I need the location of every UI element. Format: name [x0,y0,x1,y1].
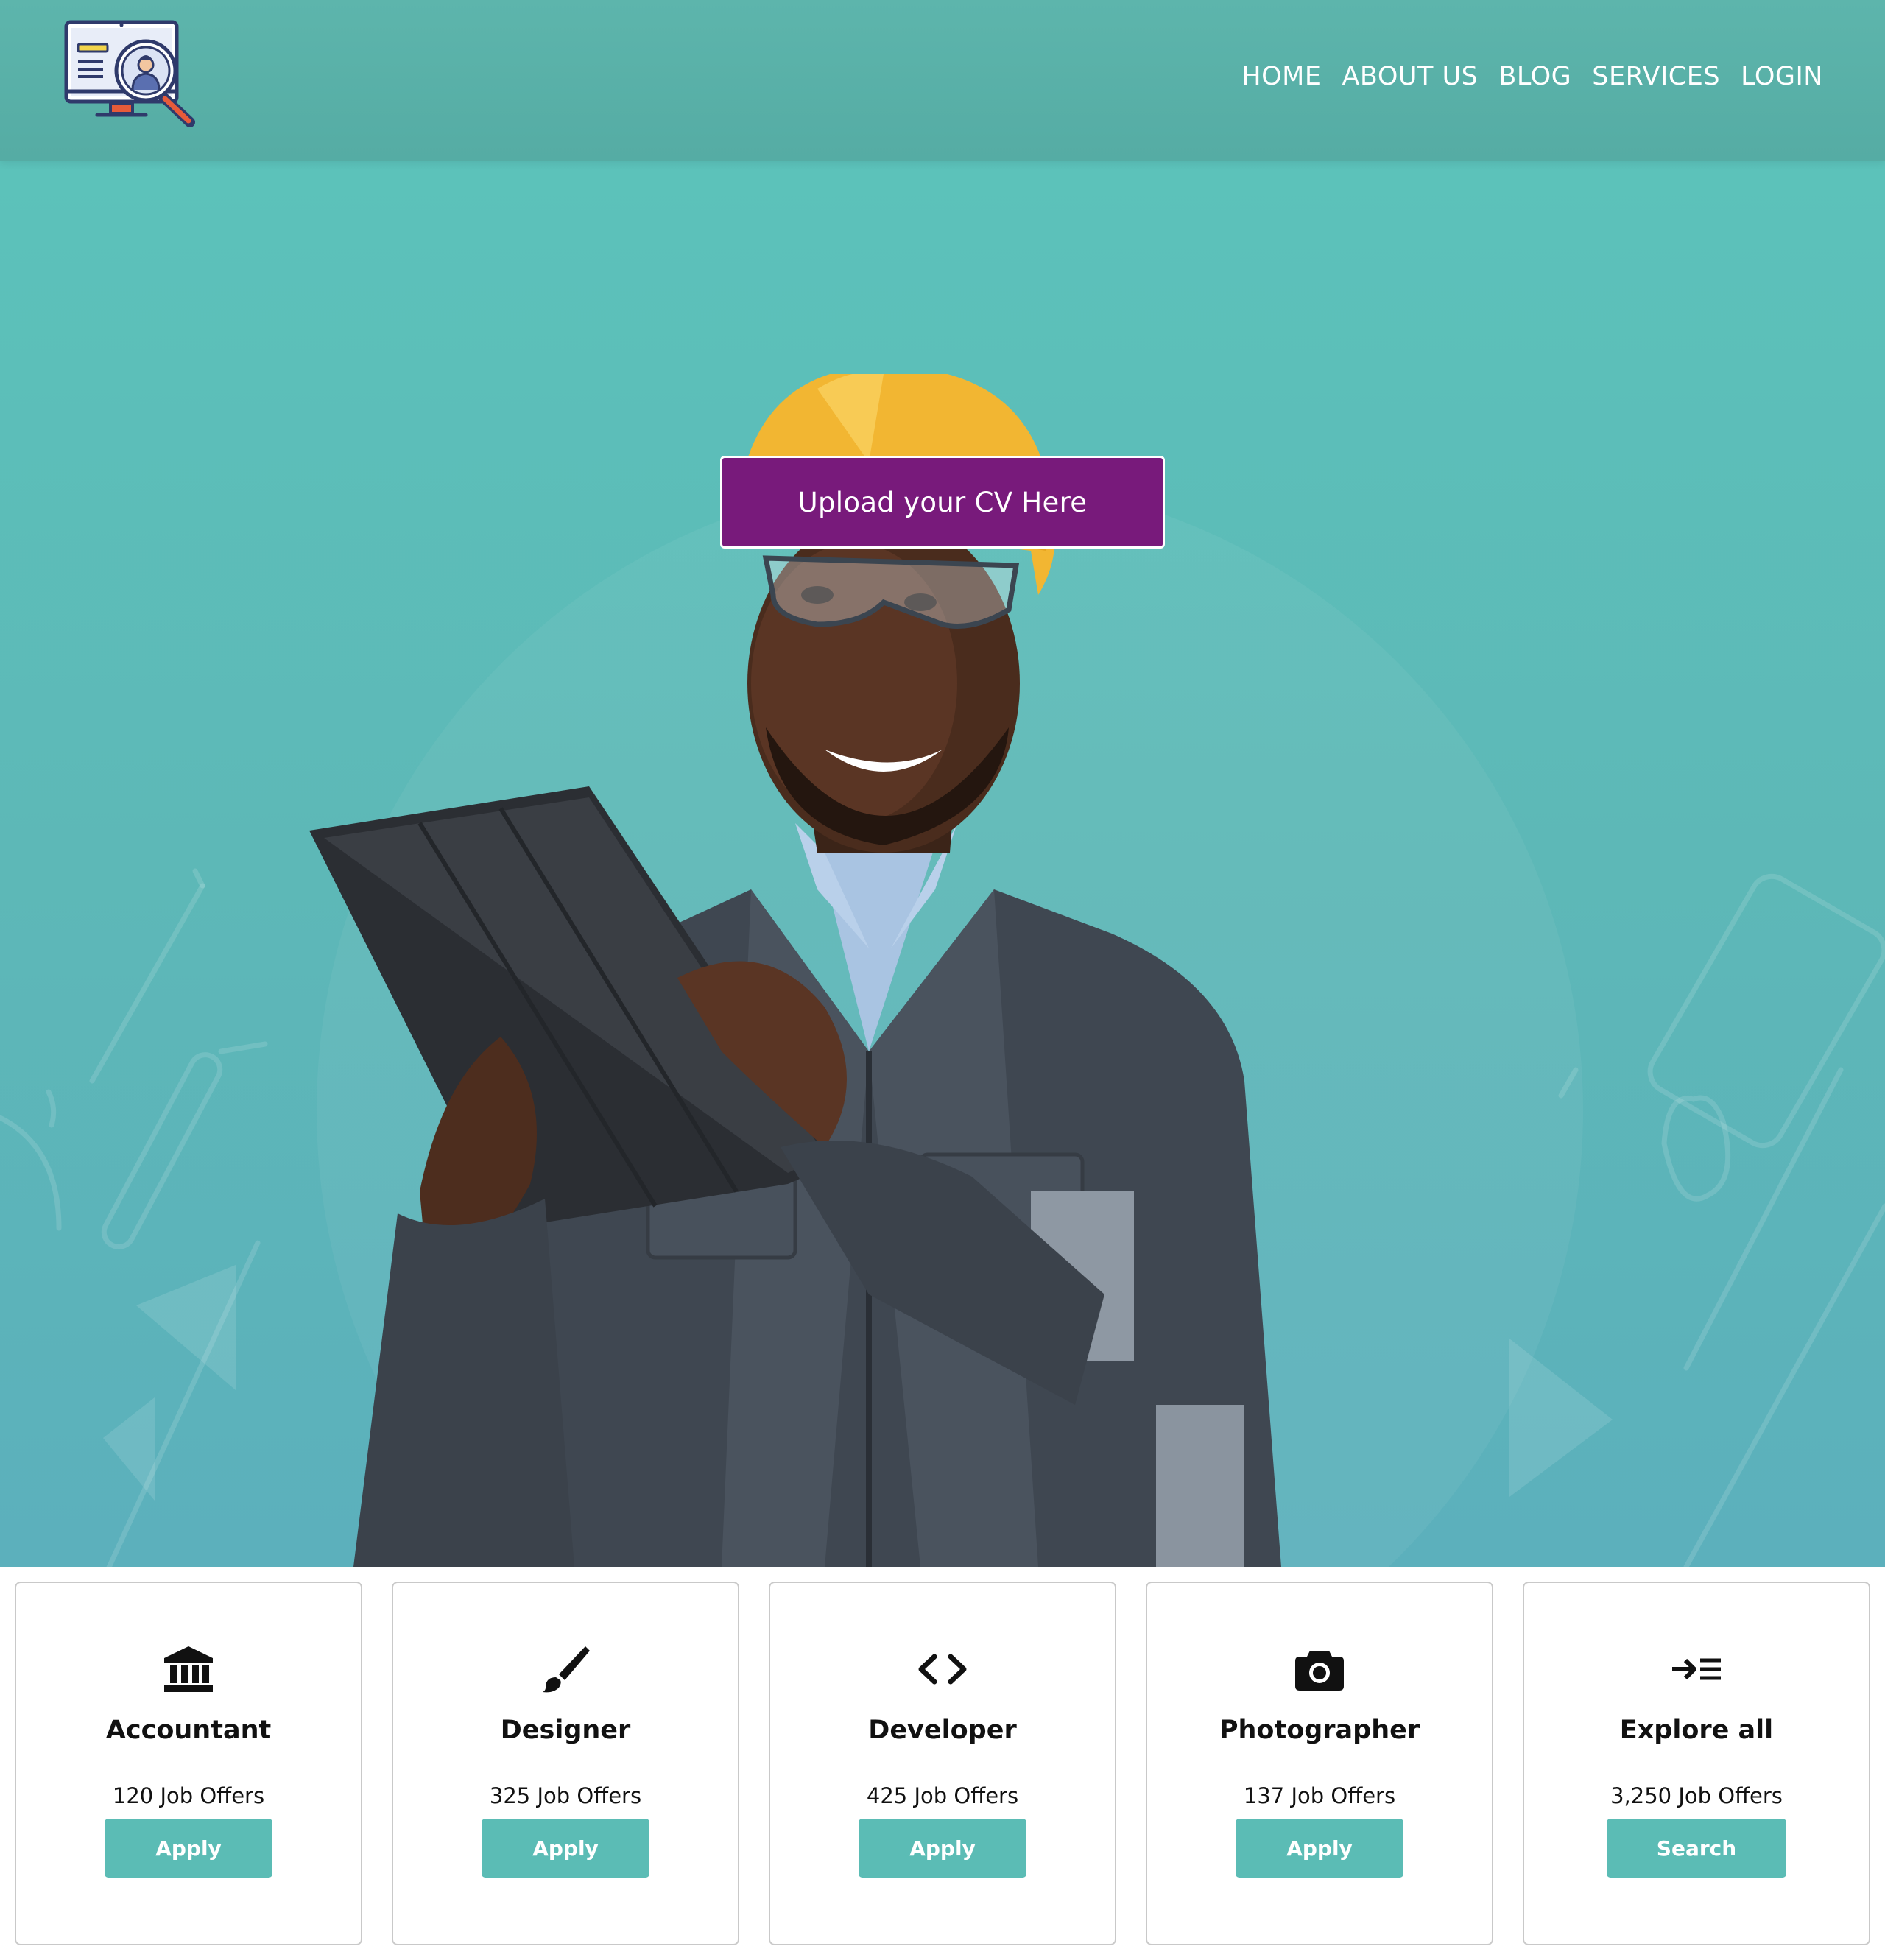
nav-services-link[interactable]: SERVICES [1582,57,1730,96]
category-card-designer: Designer 325 Job Offers Apply [392,1582,739,1945]
category-title: Developer [868,1716,1017,1745]
upload-cv-button[interactable]: Upload your CV Here [720,456,1165,549]
camera-icon [1295,1651,1344,1691]
paintbrush-icon [543,1646,590,1693]
nav-login-link[interactable]: LOGIN [1730,57,1833,96]
main-nav: HOME ABOUT US BLOG SERVICES LOGIN [1231,57,1833,96]
apply-button-developer[interactable]: Apply [859,1819,1026,1878]
category-job-count: 425 Job Offers [866,1783,1019,1808]
category-title: Accountant [105,1716,272,1745]
search-all-button[interactable]: Search [1607,1819,1786,1878]
nav-blog-link[interactable]: BLOG [1488,57,1582,96]
hero-section: Upload your CV Here [0,161,1885,1567]
apply-button-photographer[interactable]: Apply [1236,1819,1403,1878]
category-job-count: 137 Job Offers [1243,1783,1396,1808]
category-title: Explore all [1619,1716,1774,1745]
category-card-accountant: Accountant 120 Job Offers Apply [15,1582,362,1945]
category-card-developer: Developer 425 Job Offers Apply [769,1582,1116,1945]
hero-worker-image [309,374,1281,1567]
apply-button-accountant[interactable]: Apply [105,1819,272,1878]
nav-home-link[interactable]: HOME [1231,57,1331,96]
indent-arrow-icon [1672,1658,1721,1680]
nav-about-us-link[interactable]: ABOUT US [1331,57,1488,96]
category-job-count: 325 Job Offers [489,1783,642,1808]
site-header: HOME ABOUT US BLOG SERVICES LOGIN [0,0,1885,161]
bank-icon [164,1646,213,1692]
job-categories: Accountant 120 Job Offers Apply Designer… [0,1567,1885,1960]
apply-button-designer[interactable]: Apply [482,1819,649,1878]
category-card-explore-all: Explore all 3,250 Job Offers Search [1523,1582,1870,1945]
category-card-photographer: Photographer 137 Job Offers Apply [1146,1582,1493,1945]
category-job-count: 3,250 Job Offers [1610,1783,1783,1808]
category-title: Photographer [1219,1716,1420,1745]
category-job-count: 120 Job Offers [112,1783,265,1808]
job-search-monitor-icon[interactable] [63,19,200,127]
code-icon [918,1654,967,1685]
category-title: Designer [500,1716,631,1745]
